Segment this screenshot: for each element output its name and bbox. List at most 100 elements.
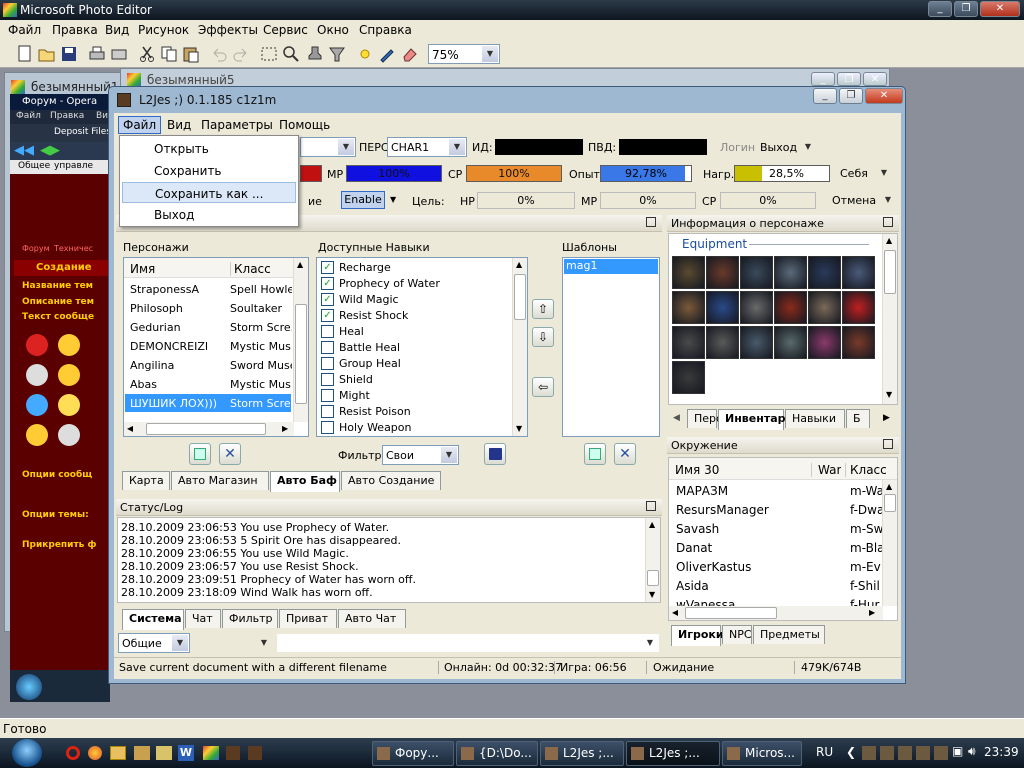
- tab-log-2[interactable]: Фильтр: [222, 609, 278, 628]
- scroll-down-icon[interactable]: ▼: [516, 424, 522, 433]
- equipment-item-icon[interactable]: [842, 256, 875, 289]
- menu-edit[interactable]: Правка: [52, 23, 98, 37]
- tab-info-1[interactable]: Инвентарь: [718, 409, 792, 430]
- chevron-down-icon[interactable]: ▼: [256, 635, 272, 651]
- chevron-down-icon[interactable]: ▼: [800, 139, 816, 155]
- taskbar-button-4[interactable]: Micros...: [722, 741, 802, 766]
- smiley-icon[interactable]: [58, 424, 80, 446]
- chevron-down-icon[interactable]: ▼: [338, 139, 354, 155]
- tray-app-icon[interactable]: [916, 746, 930, 760]
- equipment-item-icon[interactable]: [740, 291, 773, 324]
- table-row[interactable]: Abas Mystic Mus: [125, 375, 291, 393]
- opera-menu-edit[interactable]: Правка: [50, 111, 84, 121]
- save-icon[interactable]: [60, 45, 78, 63]
- equipment-item-icon[interactable]: [842, 326, 875, 359]
- menu-tools[interactable]: Сервис: [263, 23, 308, 37]
- env-col-war[interactable]: War: [811, 463, 841, 477]
- chat-input[interactable]: ▼: [276, 633, 660, 653]
- equipment-item-icon[interactable]: [672, 291, 705, 324]
- quicklaunch-word-icon[interactable]: W: [178, 745, 194, 761]
- checkbox[interactable]: [321, 357, 334, 370]
- scan-icon[interactable]: [110, 45, 128, 63]
- opera-link-manage[interactable]: управле: [54, 161, 93, 171]
- tray-expand-icon[interactable]: ❮: [846, 745, 856, 759]
- tray-app-icon[interactable]: [862, 746, 876, 760]
- close-icon[interactable]: ✕: [980, 1, 1020, 17]
- chevron-down-icon[interactable]: ▼: [441, 447, 457, 463]
- delete-template-button[interactable]: ✕: [614, 443, 636, 465]
- select-icon[interactable]: [260, 45, 278, 63]
- tray-app-icon[interactable]: [880, 746, 894, 760]
- chevron-down-icon[interactable]: ▼: [390, 195, 396, 204]
- menu-view[interactable]: Вид: [105, 23, 129, 37]
- undo-icon[interactable]: [210, 45, 228, 63]
- language-indicator[interactable]: RU: [816, 745, 833, 759]
- tab-log-0[interactable]: Система: [122, 609, 184, 630]
- tab-env-0[interactable]: Игроки: [671, 625, 724, 646]
- start-orb-icon[interactable]: [16, 674, 42, 700]
- tab-auto-1[interactable]: Авто Магазин: [171, 471, 269, 490]
- checkbox[interactable]: [321, 341, 334, 354]
- scroll-thumb[interactable]: [884, 494, 896, 512]
- print-icon[interactable]: [88, 45, 106, 63]
- table-row[interactable]: OliverKastus m-Ev: [670, 558, 882, 576]
- scroll-up-icon[interactable]: ▲: [297, 260, 303, 269]
- smiley-icon[interactable]: [26, 364, 48, 386]
- delete-char-button[interactable]: ✕: [219, 443, 241, 465]
- list-item[interactable]: Group Heal: [319, 356, 509, 372]
- chevron-down-icon[interactable]: ▼: [482, 46, 498, 62]
- l2-left-combo[interactable]: ▼: [300, 137, 356, 157]
- opera-forum-link[interactable]: Форум: [22, 244, 50, 253]
- chat-channel-select[interactable]: Общие ▼: [118, 633, 190, 653]
- chevron-down-icon[interactable]: ▼: [172, 635, 188, 651]
- list-item[interactable]: ✓ Resist Shock: [319, 308, 509, 324]
- smiley-icon[interactable]: [58, 364, 80, 386]
- tab-env-1[interactable]: NPC: [722, 625, 752, 644]
- funnel-icon[interactable]: [328, 45, 346, 63]
- tab-log-3[interactable]: Приват: [279, 609, 337, 628]
- list-item[interactable]: Holy Weapon: [319, 420, 509, 436]
- tab-info-0[interactable]: Перс: [687, 409, 722, 428]
- table-row[interactable]: StraponessA Spell Howle: [125, 280, 292, 298]
- taskbar-button-2[interactable]: L2Jes ;...: [540, 741, 624, 766]
- env-vscroll[interactable]: ▲: [882, 480, 897, 606]
- scroll-thumb[interactable]: [884, 250, 896, 294]
- menu-file[interactable]: Файл: [8, 23, 41, 37]
- env-col-name[interactable]: Имя 30: [675, 463, 719, 477]
- close-icon[interactable]: ✕: [863, 72, 887, 86]
- equipment-item-icon[interactable]: [808, 326, 841, 359]
- tab-info-3[interactable]: Б: [846, 409, 870, 428]
- checkbox[interactable]: [321, 405, 334, 418]
- chevron-down-icon[interactable]: ▼: [449, 139, 465, 155]
- quicklaunch-tool-icon[interactable]: [134, 746, 150, 760]
- equipment-item-icon[interactable]: [774, 256, 807, 289]
- chars-col-name[interactable]: Имя: [130, 262, 155, 276]
- table-row[interactable]: Danat m-Bla: [670, 539, 882, 557]
- eraser-icon[interactable]: [400, 45, 418, 63]
- add-template-button[interactable]: [584, 443, 606, 465]
- equipment-item-icon[interactable]: [842, 291, 875, 324]
- tab-log-1[interactable]: Чат: [185, 609, 221, 628]
- list-item[interactable]: Battle Heal: [319, 340, 509, 356]
- file-menu-item-3[interactable]: Выход: [122, 204, 296, 225]
- list-item[interactable]: Might: [319, 388, 509, 404]
- equipment-item-icon[interactable]: [672, 326, 705, 359]
- add-char-button[interactable]: [189, 443, 211, 465]
- scroll-thumb[interactable]: [295, 304, 307, 404]
- start-orb-icon[interactable]: [12, 739, 42, 767]
- quicklaunch-explorer-icon[interactable]: [110, 746, 126, 760]
- chars-col-class[interactable]: Класс: [230, 262, 271, 276]
- scroll-down-icon[interactable]: ▼: [886, 390, 892, 399]
- table-row[interactable]: Philosoph Soultaker: [125, 299, 291, 317]
- chars-hscroll[interactable]: ◀ ▶: [124, 422, 294, 436]
- quicklaunch-l2-icon[interactable]: [226, 746, 240, 760]
- tab-auto-0[interactable]: Карта: [122, 471, 170, 490]
- panel-close-icon[interactable]: [646, 217, 656, 227]
- scroll-thumb[interactable]: [514, 274, 526, 320]
- smiley-icon[interactable]: [26, 424, 48, 446]
- checkbox[interactable]: ✓: [321, 277, 334, 290]
- paste-icon[interactable]: [182, 45, 200, 63]
- smiley-icon[interactable]: [58, 394, 80, 416]
- table-row[interactable]: ШУШИК ЛОХ))) Storm Scre.: [125, 394, 292, 412]
- scroll-thumb[interactable]: [647, 570, 659, 586]
